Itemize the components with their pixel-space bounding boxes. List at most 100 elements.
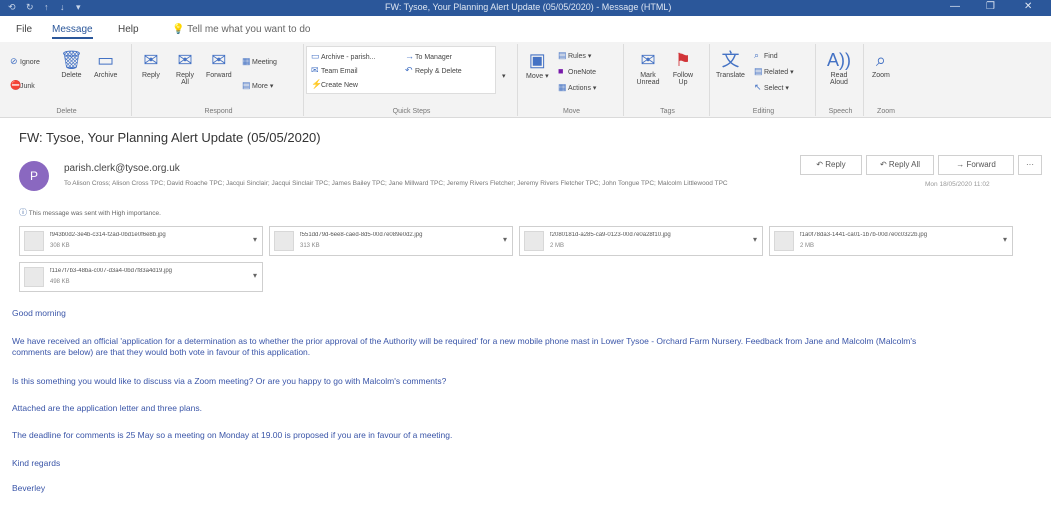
- onenote-button[interactable]: ■ OneNote: [558, 66, 596, 76]
- attachment-name: f2080181d-a285-ca9-0123-00d7e0a28f10.jpg: [550, 232, 671, 238]
- attachment-item[interactable]: f2080181d-a285-ca9-0123-00d7e0a28f10.jpg…: [519, 226, 763, 256]
- attachment-size: 2 MB: [800, 243, 815, 249]
- chevron-down-icon[interactable]: ▾: [253, 235, 257, 244]
- body-greeting: Good morning: [12, 308, 66, 318]
- tab-file[interactable]: File: [16, 24, 32, 35]
- junk-button[interactable]: ⛔Junk: [10, 80, 35, 91]
- tab-help[interactable]: Help: [118, 24, 139, 35]
- delete-button[interactable]: 🗑 Delete: [60, 50, 83, 79]
- envelope-icon: ✉: [640, 50, 656, 70]
- body-signature: Beverley: [12, 483, 46, 493]
- up-arrow-icon[interactable]: ↑: [44, 2, 49, 12]
- move-button[interactable]: ▣ Move ▾: [526, 50, 549, 80]
- ignore-button[interactable]: ⊘ Ignore: [10, 56, 40, 67]
- onenote-label: OneNote: [568, 69, 597, 76]
- avatar[interactable]: P: [19, 161, 49, 191]
- qs-reply-delete[interactable]: ↶ Reply & Delete: [405, 65, 462, 76]
- mark-unread-button[interactable]: ✉ Mark Unread: [632, 50, 664, 86]
- attachment-name: f1a0f78da3-1441-ca01-1b7b-00d7e0c0322b.j…: [800, 232, 928, 238]
- qs-create-new[interactable]: ⚡Create New: [311, 79, 358, 90]
- customize-qat-icon[interactable]: ▾: [76, 2, 81, 13]
- tell-me-search[interactable]: 💡 Tell me what you want to do: [172, 24, 310, 35]
- qs-archive[interactable]: ▭Archive - parish...: [311, 51, 375, 62]
- related-label: Related: [764, 69, 789, 76]
- flag-icon: ⚑: [674, 50, 692, 70]
- body-paragraph: The deadline for comments is 25 May so a…: [12, 430, 453, 440]
- more-respond-button[interactable]: ▤More ▾: [242, 80, 273, 91]
- meeting-label: Meeting: [252, 59, 277, 66]
- more-label: More: [252, 83, 268, 90]
- quick-steps-scroll[interactable]: ▾: [502, 72, 506, 80]
- recipients-list: To Alison Cross; Alison Cross TPC; David…: [64, 180, 728, 187]
- info-icon: ⓘ: [19, 208, 27, 217]
- translate-button[interactable]: 文 Translate: [716, 50, 745, 79]
- attachment-item[interactable]: f11e7f7b3-48ba-c007-d3a4-0bd7f83a4d19.jp…: [19, 262, 263, 292]
- minimize-button[interactable]: —: [950, 1, 960, 12]
- zoom-icon: ⌕: [875, 50, 886, 70]
- actions-button[interactable]: ▦Actions ▾: [558, 82, 596, 93]
- reply-all-action-button[interactable]: ↶ Reply All: [866, 155, 934, 175]
- meeting-button[interactable]: ▦Meeting: [242, 56, 277, 67]
- group-zoom: ⌕ Zoom Zoom: [866, 44, 906, 116]
- follow-up-button[interactable]: ⚑ Follow Up: [668, 50, 698, 86]
- reply-delete-icon: ↶: [405, 65, 413, 75]
- forward-action-button[interactable]: → Forward: [938, 155, 1014, 175]
- chevron-down-icon[interactable]: ▾: [503, 235, 507, 244]
- reply-button[interactable]: ✉ Reply: [142, 50, 160, 79]
- qs-to-manager[interactable]: →To Manager: [405, 51, 452, 61]
- attachment-item[interactable]: f551dd79d-6ee8-caed-8d5-00d7e089e0d2.jpg…: [269, 226, 513, 256]
- move-label: Move: [526, 73, 544, 80]
- chevron-down-icon[interactable]: ▾: [253, 271, 257, 280]
- more-actions-button[interactable]: ···: [1018, 155, 1042, 175]
- title-bar: ⟲ ↻ ↑ ↓ ▾ FW: Tysoe, Your Planning Alert…: [0, 0, 1051, 16]
- actions-label: Actions: [568, 85, 591, 92]
- attachment-item[interactable]: f1a0f78da3-1441-ca01-1b7b-00d7e0c0322b.j…: [769, 226, 1013, 256]
- email-icon: ✉: [311, 65, 319, 75]
- related-button[interactable]: ▤Related ▾: [754, 66, 794, 77]
- reply-all-button[interactable]: ✉ Reply All: [172, 50, 198, 86]
- image-thumbnail-icon: [274, 231, 294, 251]
- mark-unread-label: Mark Unread: [636, 72, 660, 86]
- chevron-down-icon[interactable]: ▾: [1003, 235, 1007, 244]
- translate-icon: 文: [721, 50, 740, 70]
- ignore-label: Ignore: [20, 59, 40, 66]
- attachment-name: f943b0d2-3e4b-c314-f2ad-0bd1e0f6e8b.jpg: [50, 232, 166, 238]
- archive-button[interactable]: ▭ Archive: [94, 50, 117, 79]
- close-button[interactable]: ✕: [1024, 1, 1032, 12]
- group-label-speech: Speech: [828, 108, 853, 115]
- find-icon: ⌕: [754, 50, 760, 60]
- read-aloud-button[interactable]: A)) Read Aloud: [824, 50, 854, 86]
- qs-team-email[interactable]: ✉ Team Email: [311, 65, 358, 76]
- qs-to-manager-label: To Manager: [415, 54, 452, 61]
- group-move: ▣ Move ▾ ▤Rules ▾ ■ OneNote ▦Actions ▾ Mov…: [520, 44, 624, 116]
- attachment-size: 2 MB: [550, 243, 565, 249]
- sender-address[interactable]: parish.clerk@tysoe.org.uk: [64, 163, 180, 174]
- zoom-button[interactable]: ⌕ Zoom: [872, 50, 890, 79]
- group-speech: A)) Read Aloud Speech: [818, 44, 864, 116]
- restore-button[interactable]: ❐: [986, 1, 995, 12]
- body-paragraph: Attached are the application letter and …: [12, 403, 202, 413]
- forward-button[interactable]: ✉ Forward: [206, 50, 232, 79]
- message-subject: FW: Tysoe, Your Planning Alert Update (0…: [19, 130, 321, 145]
- redo-icon[interactable]: ↻: [26, 2, 34, 13]
- select-button[interactable]: ↖ Select ▾: [754, 82, 789, 93]
- group-tags: ✉ Mark Unread ⚑ Follow Up Tags: [626, 44, 710, 116]
- attachment-item[interactable]: f943b0d2-3e4b-c314-f2ad-0bd1e0f6e8b.jpg …: [19, 226, 263, 256]
- chevron-down-icon[interactable]: ▾: [753, 235, 757, 244]
- follow-up-label: Follow Up: [672, 72, 694, 86]
- image-thumbnail-icon: [24, 267, 44, 287]
- tab-message[interactable]: Message: [52, 24, 93, 39]
- group-editing: 文 Translate ⌕ Find ▤Related ▾ ↖ Select ▾ Ed…: [712, 44, 816, 116]
- find-button[interactable]: ⌕ Find: [754, 50, 778, 61]
- undo-icon[interactable]: ⟲: [8, 2, 16, 13]
- quick-steps-gallery: ▭Archive - parish... ✉ Team Email ⚡Create…: [306, 46, 496, 94]
- trash-icon: 🗑: [60, 50, 83, 70]
- attachment-size: 308 KB: [50, 243, 70, 249]
- reply-action-button[interactable]: ↶ Reply: [800, 155, 862, 175]
- message-date: Mon 18/05/2020 11:02: [925, 181, 990, 188]
- rules-button[interactable]: ▤Rules ▾: [558, 50, 591, 61]
- meeting-icon: ▦: [242, 56, 251, 66]
- group-label-respond: Respond: [204, 108, 233, 115]
- select-label: Select: [764, 85, 784, 92]
- down-arrow-icon[interactable]: ↓: [60, 2, 65, 12]
